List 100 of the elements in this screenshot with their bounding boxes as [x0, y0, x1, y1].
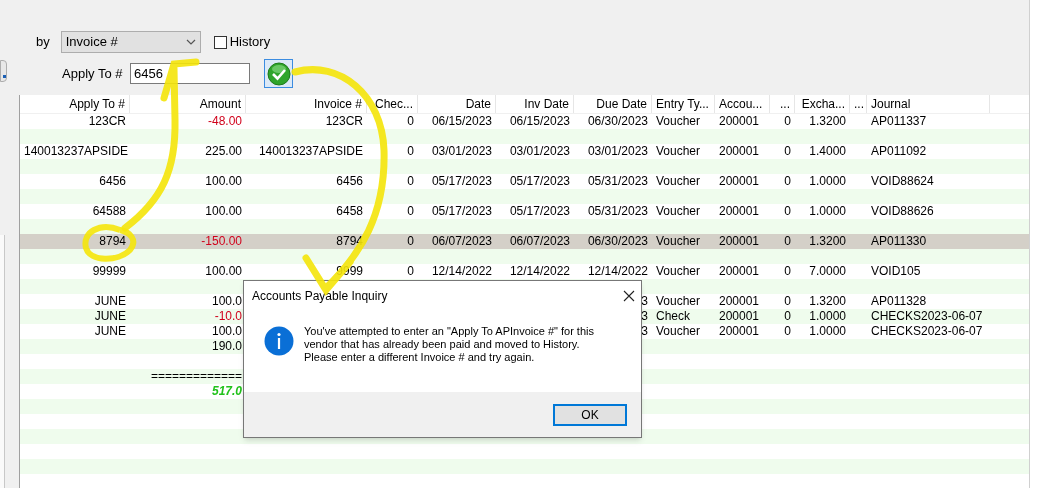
- separator-text: =============: [150, 369, 242, 383]
- table-cell: 0: [407, 264, 414, 278]
- table-cell: AP011092: [871, 144, 927, 158]
- table-cell: 3: [641, 309, 648, 323]
- table-cell: Check: [656, 309, 690, 323]
- table-cell: Voucher: [656, 114, 701, 128]
- table-cell: 0: [784, 309, 791, 323]
- table-cell: 05/17/2023: [431, 204, 492, 218]
- table-cell: JUNE: [94, 324, 126, 338]
- table-cell: 8794: [99, 234, 126, 248]
- table-cell: 06/07/2023: [509, 234, 570, 248]
- table-cell: 0: [784, 234, 791, 248]
- table-cell: VOID88626: [871, 204, 934, 218]
- table-cell: 05/31/2023: [587, 174, 648, 188]
- table-cell: JUNE: [94, 309, 126, 323]
- table-cell: VOID105: [871, 264, 921, 278]
- table-cell: CHECKS2023-06-07: [871, 309, 983, 323]
- table-cell: Voucher: [656, 174, 701, 188]
- table-cell: Voucher: [656, 234, 701, 248]
- table-cell: 7.0000: [809, 264, 846, 278]
- table-cell: AP011337: [871, 114, 927, 128]
- table-cell: -48.00: [207, 114, 242, 128]
- by-label: by: [36, 33, 50, 52]
- table-cell: 06/15/2023: [509, 114, 570, 128]
- table-cell: 1.3200: [809, 234, 846, 248]
- table-cell: AP011328: [871, 294, 927, 308]
- table-cell: 03/01/2023: [587, 144, 648, 158]
- table-cell: 200001: [719, 114, 760, 128]
- table-cell: 100.00: [205, 204, 242, 218]
- table-cell: 100.00: [205, 174, 242, 188]
- table-cell: 0: [784, 114, 791, 128]
- table-cell: 6456: [99, 174, 126, 188]
- table-cell: 200001: [719, 324, 760, 338]
- table-cell: Voucher: [656, 294, 701, 308]
- table-cell: 64588: [92, 204, 126, 218]
- table-cell: 0: [784, 174, 791, 188]
- table-cell: 200001: [719, 204, 760, 218]
- table-cell: 03/01/2023: [509, 144, 570, 158]
- table-cell: 140013237APSIDE: [24, 144, 129, 158]
- table-cell: 200001: [719, 174, 760, 188]
- table-cell: 05/17/2023: [509, 204, 570, 218]
- table-cell: JUNE: [94, 294, 126, 308]
- table-cell: -10.0: [214, 309, 242, 323]
- table-cell: 6456: [336, 174, 363, 188]
- table-cell: Voucher: [656, 204, 701, 218]
- table-cell: 200001: [719, 264, 760, 278]
- table-cell: 1.0000: [809, 204, 846, 218]
- table-cell: 0: [784, 144, 791, 158]
- table-cell: 03/01/2023: [431, 144, 492, 158]
- table-cell: 05/17/2023: [509, 174, 570, 188]
- table-cell: 1.0000: [809, 324, 846, 338]
- table-cell: 100.0: [211, 324, 242, 338]
- table-cell: 123CR: [88, 114, 126, 128]
- table-cell: CHECKS2023-06-07: [871, 324, 983, 338]
- table-cell: 0: [784, 294, 791, 308]
- table-cell: 99999: [92, 264, 126, 278]
- table-cell: 06/15/2023: [431, 114, 492, 128]
- table-cell: 100.0: [211, 294, 242, 308]
- table-cell: 100.00: [205, 264, 242, 278]
- dialog-message: You've attempted to enter an "Apply To APInvoice #" for this vendor that has already been paid and moved to History. Please enter a different Invoice # and try again.: [304, 325, 594, 364]
- table-cell: 0: [784, 324, 791, 338]
- table-cell: 200001: [719, 234, 760, 248]
- table-cell: 3: [641, 294, 648, 308]
- table-cell: 0: [407, 204, 414, 218]
- table-cell: 3: [641, 324, 648, 338]
- table-cell: 190.0: [211, 339, 242, 353]
- table-cell: 200001: [719, 294, 760, 308]
- table-cell: 140013237APSIDE: [258, 144, 363, 158]
- table-cell: 0: [407, 174, 414, 188]
- table-cell: 6458: [336, 204, 363, 218]
- table-cell: AP011330: [871, 234, 927, 248]
- table-cell: 0: [407, 234, 414, 248]
- table-cell: 05/31/2023: [587, 204, 648, 218]
- table-cell: 1.3200: [809, 294, 846, 308]
- table-cell: 225.00: [205, 144, 242, 158]
- table-cell: 0: [784, 264, 791, 278]
- table-cell: 123CR: [325, 114, 363, 128]
- table-cell: 05/17/2023: [431, 174, 492, 188]
- table-cell: Voucher: [656, 144, 701, 158]
- apply-to-label: Apply To #: [62, 64, 124, 83]
- table-cell: 1.4000: [809, 144, 846, 158]
- table-cell: 0: [407, 144, 414, 158]
- table-cell: 200001: [719, 309, 760, 323]
- table-cell: VOID88624: [871, 174, 934, 188]
- table-cell: -150.00: [201, 234, 242, 248]
- table-cell: 06/30/2023: [587, 114, 648, 128]
- table-cell: 1.0000: [809, 309, 846, 323]
- table-cell: Voucher: [656, 264, 701, 278]
- table-cell: 0: [784, 204, 791, 218]
- table-cell: 12/14/2022: [509, 264, 570, 278]
- table-cell: 12/14/2022: [587, 264, 648, 278]
- table-cell: 1.3200: [809, 114, 846, 128]
- table-cell: 1.0000: [809, 174, 846, 188]
- table-cell: 06/30/2023: [587, 234, 648, 248]
- table-cell: Voucher: [656, 324, 701, 338]
- dialog-title: Accounts Payable Inquiry: [252, 288, 388, 305]
- table-cell: 06/07/2023: [431, 234, 492, 248]
- table-cell: 0: [407, 114, 414, 128]
- table-cell: 200001: [719, 144, 760, 158]
- table-cell: 12/14/2022: [431, 264, 492, 278]
